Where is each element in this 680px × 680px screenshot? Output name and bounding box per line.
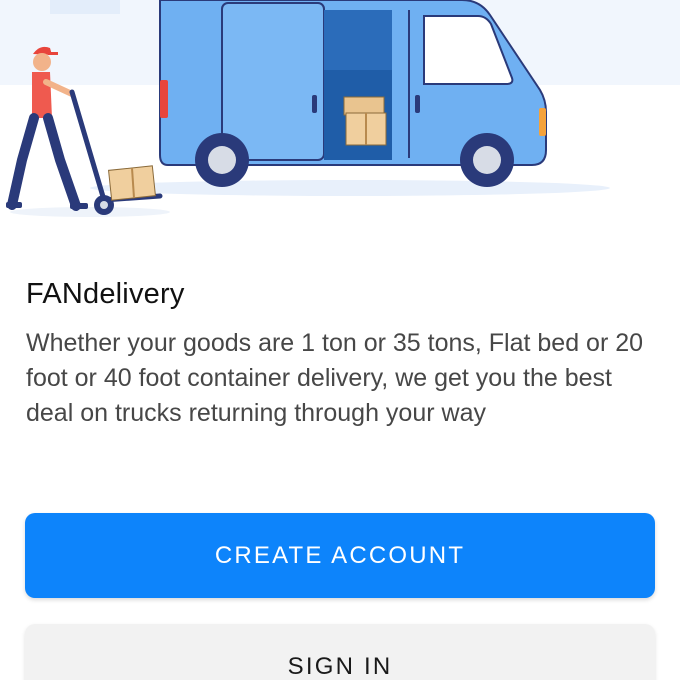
ground-shadow-left (10, 207, 170, 217)
delivery-van-icon (159, 0, 547, 187)
parcel-box-icon (343, 96, 387, 146)
background-sign (50, 0, 120, 14)
create-account-button[interactable]: CREATE ACCOUNT (25, 513, 655, 598)
app-title: FANdelivery (26, 278, 185, 310)
sign-in-label: SIGN IN (287, 652, 393, 680)
delivery-van-illustration (0, 0, 680, 217)
ground-shadow (90, 180, 610, 196)
create-account-label: CREATE ACCOUNT (214, 541, 466, 569)
hand-truck-icon (69, 89, 163, 215)
sign-in-button[interactable]: SIGN IN (25, 624, 655, 680)
app-description: Whether your goods are 1 ton or 35 tons,… (26, 329, 644, 427)
onboarding-screen: FANdelivery Whether your goods are 1 ton… (0, 0, 680, 680)
hero-illustration (0, 0, 680, 235)
